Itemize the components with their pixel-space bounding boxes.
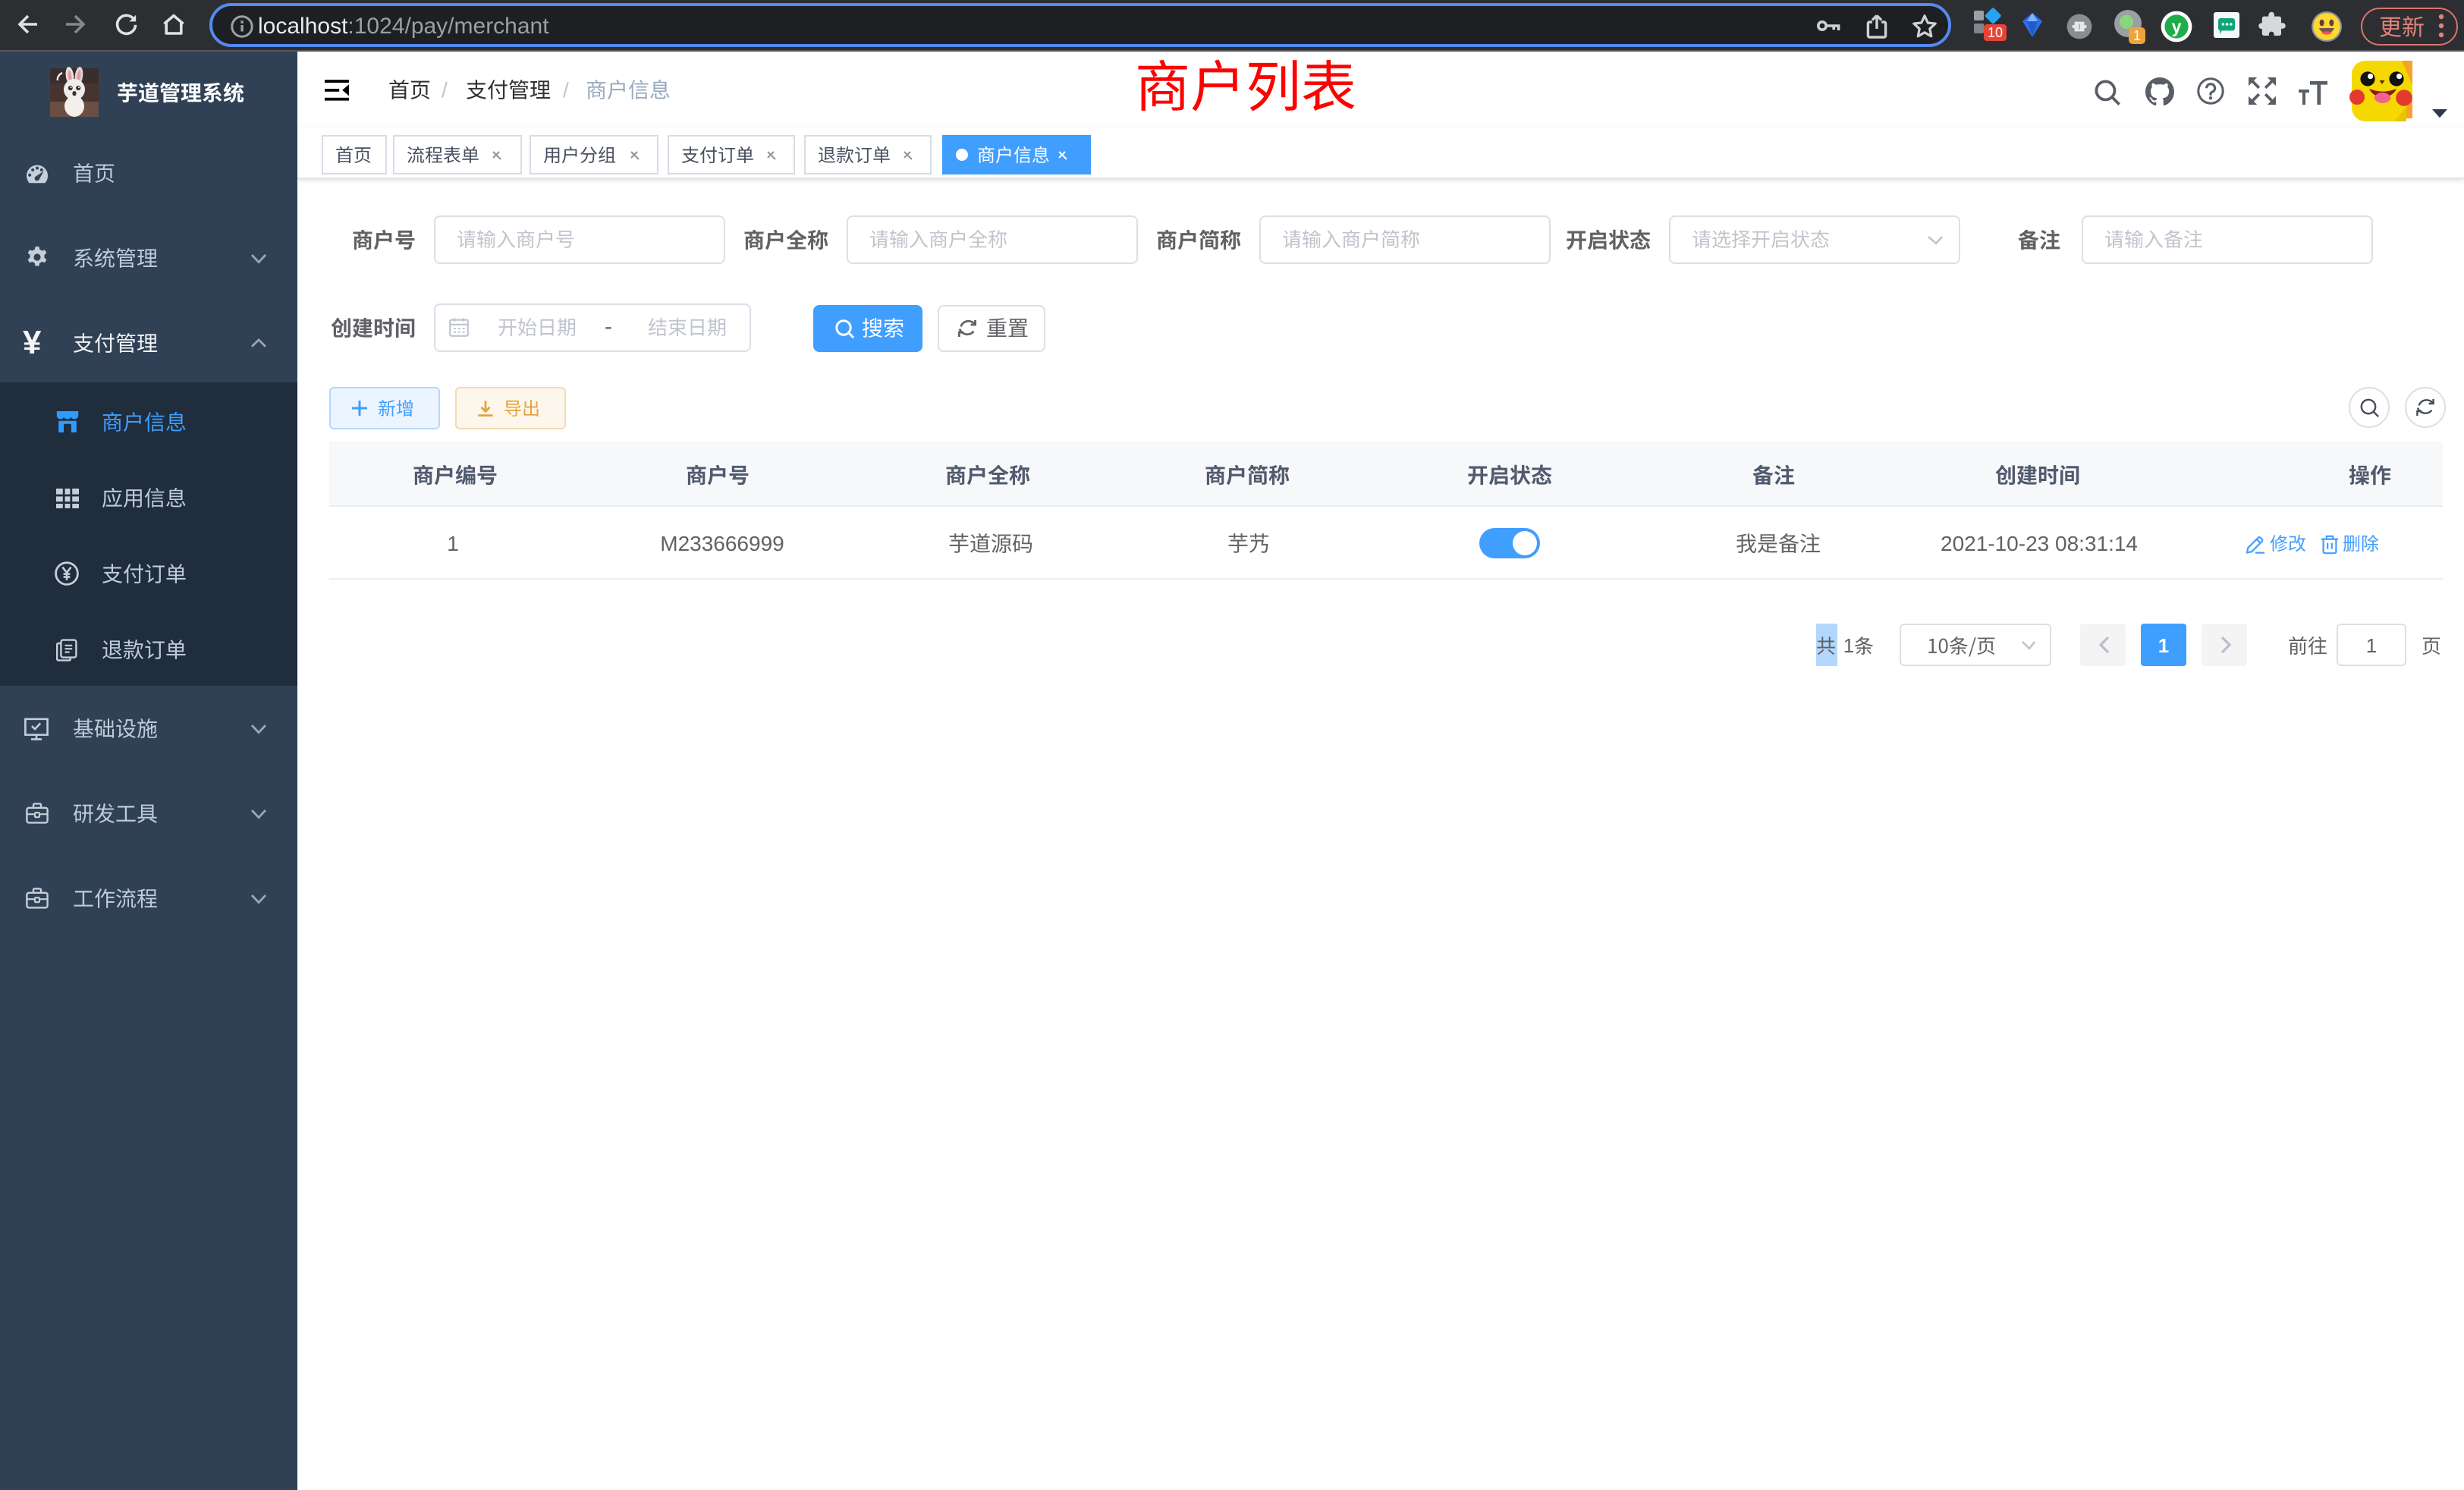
svg-text:1: 1 xyxy=(2133,28,2141,43)
svg-text:10: 10 xyxy=(1988,25,2003,40)
svg-text:y: y xyxy=(2172,16,2182,36)
